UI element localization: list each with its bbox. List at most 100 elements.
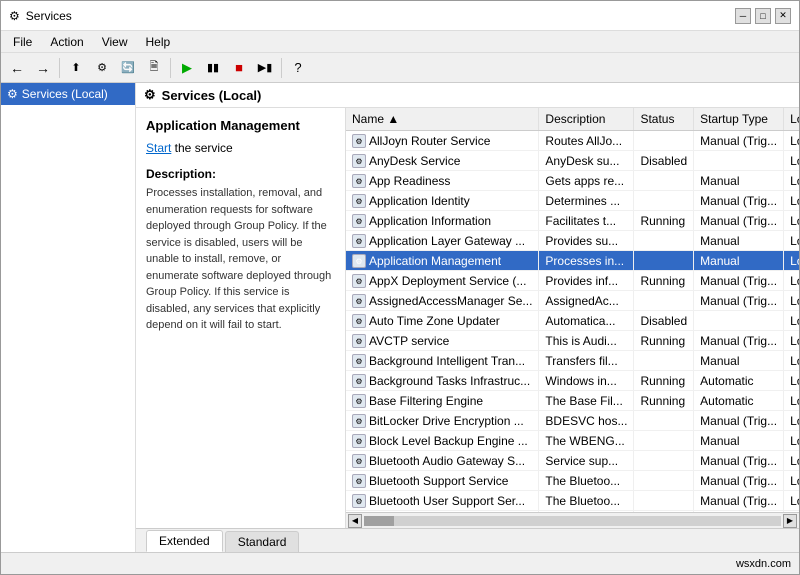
table-row[interactable]: ⚙AVCTP serviceThis is Audi...RunningManu… (346, 331, 799, 351)
title-bar: ⚙ Services ─ □ ✕ (1, 1, 799, 31)
table-row[interactable]: ⚙Application ManagementProcesses in...Ma… (346, 251, 799, 271)
table-container[interactable]: Name ▲ Description Status Startup Type L… (346, 108, 799, 512)
table-row[interactable]: ⚙Auto Time Zone UpdaterAutomatica...Disa… (346, 311, 799, 331)
tab-standard[interactable]: Standard (225, 531, 300, 552)
menu-view[interactable]: View (94, 33, 136, 51)
menu-action[interactable]: Action (42, 33, 91, 51)
col-name[interactable]: Name ▲ (346, 108, 539, 131)
table-row[interactable]: ⚙Application InformationFacilitates t...… (346, 211, 799, 231)
cell-name: ⚙Application Identity (346, 191, 539, 211)
stop-service-button[interactable]: ■ (227, 56, 251, 80)
cell-status (634, 231, 694, 251)
sidebar-item-label: Services (Local) (22, 87, 108, 101)
cell-name: ⚙App Readiness (346, 171, 539, 191)
refresh-button[interactable]: 🔄 (116, 56, 140, 80)
cell-logon: Local S... (784, 411, 799, 431)
table-row[interactable]: ⚙Background Intelligent Tran...Transfers… (346, 351, 799, 371)
cell-status: Running (634, 391, 694, 411)
cell-logon: Local S... (784, 451, 799, 471)
cell-description: Service sup... (539, 451, 634, 471)
start-service-button[interactable]: ▶ (175, 56, 199, 80)
menu-help[interactable]: Help (138, 33, 179, 51)
detail-panel: Application Management Start the service… (136, 108, 346, 528)
cell-startup: Automatic (694, 371, 784, 391)
table-row[interactable]: ⚙Bluetooth Support ServiceThe Bluetoo...… (346, 471, 799, 491)
cell-status (634, 171, 694, 191)
restart-service-button[interactable]: ▶▮ (253, 56, 277, 80)
scroll-right-button[interactable]: ▶ (783, 514, 797, 528)
table-row[interactable]: ⚙Application IdentityDetermines ...Manua… (346, 191, 799, 211)
horizontal-scrollbar[interactable]: ◀ ▶ (346, 512, 799, 528)
description-text: Processes installation, removal, and enu… (146, 185, 335, 334)
export-button[interactable]: 🗎 (142, 56, 166, 80)
title-bar-left: ⚙ Services (9, 9, 72, 23)
table-row[interactable]: ⚙Block Level Backup Engine ...The WBENG.… (346, 431, 799, 451)
col-status[interactable]: Status (634, 108, 694, 131)
cell-logon: Local S... (784, 271, 799, 291)
cell-description: Windows in... (539, 371, 634, 391)
scroll-left-button[interactable]: ◀ (348, 514, 362, 528)
sidebar: ⚙ Services (Local) (1, 83, 136, 552)
table-header-row: Name ▲ Description Status Startup Type L… (346, 108, 799, 131)
cell-logon: Local S... (784, 311, 799, 331)
cell-name: ⚙Base Filtering Engine (346, 391, 539, 411)
scroll-track[interactable] (364, 516, 781, 526)
cell-name: ⚙Bluetooth Audio Gateway S... (346, 451, 539, 471)
forward-button[interactable]: → (31, 56, 55, 80)
tab-extended[interactable]: Extended (146, 530, 223, 552)
toolbar-separator-2 (170, 58, 171, 78)
table-row[interactable]: ⚙AppX Deployment Service (...Provides in… (346, 271, 799, 291)
cell-name: ⚙Bluetooth Support Service (346, 471, 539, 491)
cell-startup: Manual (694, 431, 784, 451)
cell-description: Gets apps re... (539, 171, 634, 191)
cell-logon: Local S... (784, 211, 799, 231)
table-row[interactable]: ⚙Base Filtering EngineThe Base Fil...Run… (346, 391, 799, 411)
cell-status: Disabled (634, 311, 694, 331)
col-description[interactable]: Description (539, 108, 634, 131)
cell-status (634, 191, 694, 211)
cell-name: ⚙Application Management (346, 251, 539, 271)
minimize-button[interactable]: ─ (735, 8, 751, 24)
col-startup[interactable]: Startup Type (694, 108, 784, 131)
maximize-button[interactable]: □ (755, 8, 771, 24)
cell-name: ⚙Application Layer Gateway ... (346, 231, 539, 251)
table-row[interactable]: ⚙Bluetooth User Support Ser...The Blueto… (346, 491, 799, 511)
cell-name: ⚙AllJoyn Router Service (346, 131, 539, 151)
table-row[interactable]: ⚙Bluetooth Audio Gateway S...Service sup… (346, 451, 799, 471)
cell-name: ⚙Background Tasks Infrastruc... (346, 371, 539, 391)
pause-service-button[interactable]: ▮▮ (201, 56, 225, 80)
cell-startup: Automatic (694, 391, 784, 411)
table-row[interactable]: ⚙BitLocker Drive Encryption ...BDESVC ho… (346, 411, 799, 431)
table-row[interactable]: ⚙App ReadinessGets apps re...ManualLocal… (346, 171, 799, 191)
table-row[interactable]: ⚙AnyDesk ServiceAnyDesk su...DisabledLoc… (346, 151, 799, 171)
selected-service-name: Application Management (146, 118, 335, 133)
table-row[interactable]: ⚙AssignedAccessManager Se...AssignedAc..… (346, 291, 799, 311)
start-service-link[interactable]: Start (146, 141, 171, 155)
col-logon[interactable]: Log On (784, 108, 799, 131)
close-button[interactable]: ✕ (775, 8, 791, 24)
cell-status (634, 491, 694, 511)
cell-description: AssignedAc... (539, 291, 634, 311)
sidebar-item-services-local[interactable]: ⚙ Services (Local) (1, 83, 135, 105)
toolbar-separator-3 (281, 58, 282, 78)
menu-file[interactable]: File (5, 33, 40, 51)
help-button[interactable]: ? (286, 56, 310, 80)
content-header-icon: ⚙ (144, 87, 156, 103)
table-row[interactable]: ⚙Application Layer Gateway ...Provides s… (346, 231, 799, 251)
cell-name: ⚙Block Level Backup Engine ... (346, 431, 539, 451)
table-row[interactable]: ⚙Background Tasks Infrastruc...Windows i… (346, 371, 799, 391)
cell-name: ⚙AppX Deployment Service (... (346, 271, 539, 291)
cell-logon: Local S... (784, 231, 799, 251)
cell-status: Running (634, 331, 694, 351)
cell-description: Automatica... (539, 311, 634, 331)
table-row[interactable]: ⚙AllJoyn Router ServiceRoutes AllJo...Ma… (346, 131, 799, 151)
status-bar: wsxdn.com (1, 552, 799, 574)
back-button[interactable]: ← (5, 56, 29, 80)
cell-description: Facilitates t... (539, 211, 634, 231)
cell-name: ⚙BitLocker Drive Encryption ... (346, 411, 539, 431)
description-title: Description: (146, 167, 335, 181)
cell-startup: Manual (Trig... (694, 131, 784, 151)
properties-button[interactable]: ⚙ (90, 56, 114, 80)
scroll-thumb[interactable] (364, 516, 394, 526)
up-button[interactable]: ⬆ (64, 56, 88, 80)
